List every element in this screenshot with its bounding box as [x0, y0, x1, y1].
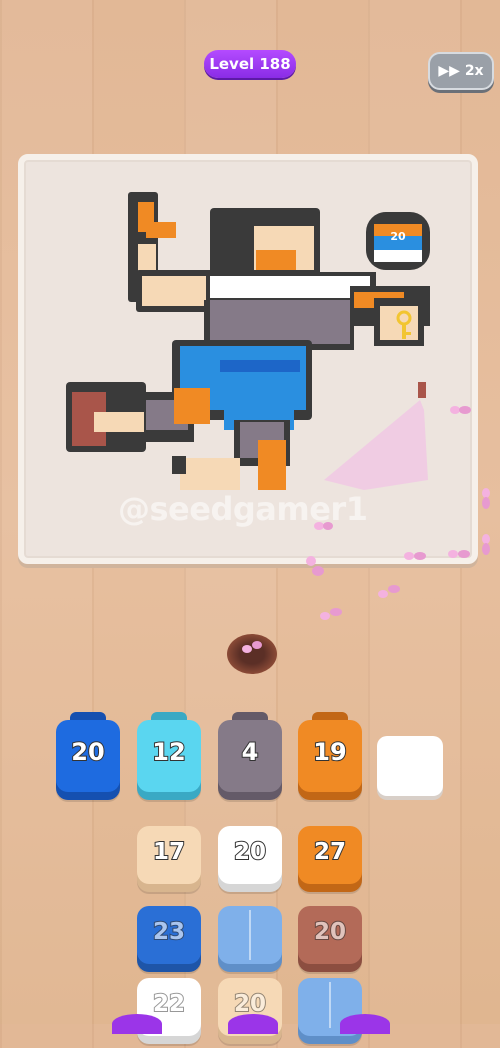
bottom-bumper: [340, 1014, 390, 1034]
tile-count: 17: [152, 838, 186, 866]
ant-icon: [404, 552, 426, 560]
ant-icon: [306, 556, 324, 576]
color-tile[interactable]: 17: [137, 826, 201, 896]
tile-count: 27: [313, 838, 347, 866]
ant-icon: [314, 522, 333, 530]
color-tile[interactable]: 22: [137, 978, 201, 1048]
tile-count: 20: [313, 918, 347, 946]
queue-jar[interactable]: 4: [218, 712, 282, 792]
color-tile[interactable]: 20: [218, 826, 282, 896]
ant-icon: [482, 534, 490, 555]
speed-label: 2x: [464, 63, 484, 79]
ant-icon: [320, 608, 342, 620]
color-tile[interactable]: 27: [298, 826, 362, 896]
bottom-bumper: [228, 1014, 278, 1034]
ant-icon: [448, 550, 470, 558]
fast-forward-icon: ▶▶: [438, 63, 460, 79]
tile-count: 23: [152, 918, 186, 946]
hidden-tile[interactable]: [218, 906, 282, 976]
watermark: @seedgamer1: [118, 490, 368, 528]
queue-jar[interactable]: 19: [298, 712, 362, 792]
tile-seam: [249, 910, 251, 960]
jar-count: 19: [312, 737, 347, 767]
ant-icon: [242, 641, 262, 653]
jar-count: 12: [151, 737, 186, 767]
tile-seam: [329, 982, 331, 1028]
ant-icon: [378, 585, 400, 598]
jar-count: 4: [241, 737, 260, 767]
pixel-badge-number: 20: [390, 230, 406, 243]
ant-icon: [450, 406, 471, 414]
speed-toggle-button[interactable]: ▶▶ 2x: [428, 52, 494, 90]
tile-count: 20: [233, 838, 267, 866]
queue-jar[interactable]: 12: [137, 712, 201, 792]
level-indicator: Level 188: [204, 50, 296, 78]
bottom-bumper: [112, 1014, 162, 1034]
color-tile[interactable]: 23: [137, 906, 201, 976]
hidden-tile[interactable]: [298, 978, 362, 1048]
jar-count: 20: [70, 737, 105, 767]
tile-count: 22: [152, 990, 186, 1018]
queue-jar[interactable]: 20: [56, 712, 120, 792]
color-tile[interactable]: 20: [298, 906, 362, 976]
ant-icon: [482, 488, 490, 509]
empty-queue-slot[interactable]: [377, 736, 443, 796]
color-tile[interactable]: 20: [218, 978, 282, 1048]
